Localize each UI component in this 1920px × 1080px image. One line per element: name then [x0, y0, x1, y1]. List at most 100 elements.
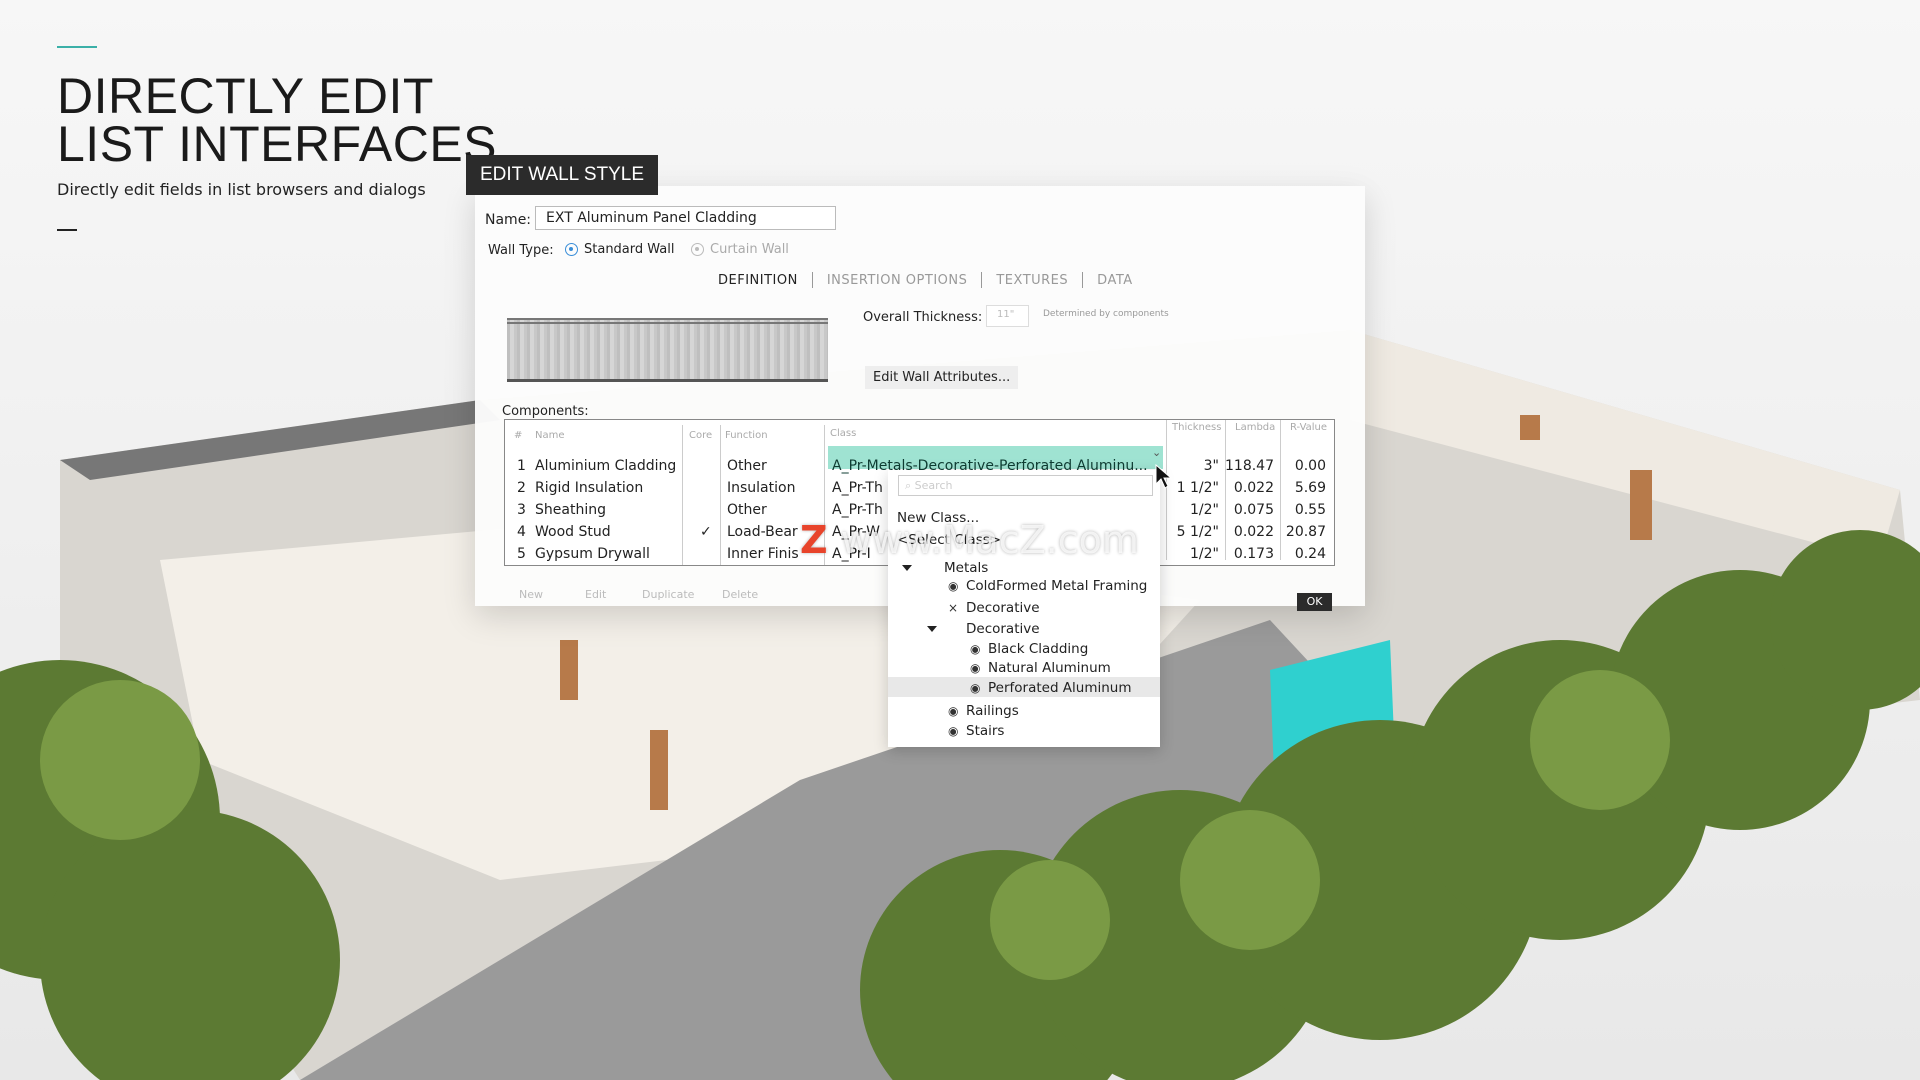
cell-function[interactable]: Inner Finis: [727, 546, 799, 562]
cell-name[interactable]: Rigid Insulation: [535, 480, 643, 496]
edit-button[interactable]: Edit: [585, 588, 606, 601]
cell-function[interactable]: Load-Bear: [727, 524, 798, 540]
tree-item-label: Railings: [966, 703, 1019, 719]
col-header-function[interactable]: Function: [725, 430, 768, 441]
cell-rvalue[interactable]: 5.69: [1295, 480, 1326, 496]
cell-thickness[interactable]: 5 1/2": [1177, 524, 1219, 540]
mouse-pointer-icon: [1155, 464, 1173, 489]
cell-function[interactable]: Insulation: [727, 480, 795, 496]
hero-title: DIRECTLY EDIT LIST INTERFACES: [57, 71, 498, 172]
column-divider: [1225, 420, 1226, 560]
cell-name[interactable]: Wood Stud: [535, 524, 611, 540]
column-divider: [1166, 420, 1167, 560]
hero-subtitle: Directly edit fields in list browsers an…: [57, 180, 426, 199]
eye-icon[interactable]: ◉: [948, 724, 958, 738]
cell-rvalue[interactable]: 0.55: [1295, 502, 1326, 518]
overall-thickness-input[interactable]: 11": [986, 305, 1029, 327]
ok-button[interactable]: OK: [1297, 593, 1332, 611]
radio-curtain-wall[interactable]: Curtain Wall: [691, 242, 789, 257]
col-header-lambda[interactable]: Lambda: [1235, 422, 1275, 433]
tab-data[interactable]: DATA: [1097, 273, 1133, 288]
tab-separator: [1082, 272, 1084, 288]
radio-selected-icon: [565, 243, 578, 256]
tree-group-label: Decorative: [966, 621, 1040, 637]
cell-lambda[interactable]: 0.022: [1234, 480, 1274, 496]
col-header-thickness[interactable]: Thickness: [1172, 422, 1221, 433]
tree-item-label: Decorative: [966, 600, 1040, 616]
radio-standard-wall[interactable]: Standard Wall: [565, 242, 675, 257]
cell-rvalue[interactable]: 0.00: [1295, 458, 1326, 474]
cell-n[interactable]: 4: [517, 524, 526, 540]
tab-separator: [981, 272, 983, 288]
cell-n[interactable]: 2: [517, 480, 526, 496]
edit-wall-attributes-button[interactable]: Edit Wall Attributes...: [865, 366, 1019, 389]
watermark-text: www.MacZ.com: [840, 518, 1139, 562]
col-header-r-value[interactable]: R-Value: [1290, 422, 1327, 433]
cell-lambda[interactable]: 0.173: [1234, 546, 1274, 562]
cell-rvalue[interactable]: 0.24: [1295, 546, 1326, 562]
tree-group-label: Metals: [944, 560, 989, 576]
class-search-input[interactable]: ⌕ Search: [898, 475, 1153, 496]
search-icon: ⌕: [905, 479, 915, 492]
cell-name[interactable]: Sheathing: [535, 502, 606, 518]
chevron-down-icon[interactable]: ⌄: [1152, 446, 1161, 459]
wall-type-label: Wall Type:: [488, 243, 554, 258]
delete-button[interactable]: Delete: [722, 588, 758, 601]
col-header-class[interactable]: Class: [830, 428, 856, 439]
duplicate-button[interactable]: Duplicate: [642, 588, 694, 601]
expand-triangle-icon[interactable]: [902, 565, 912, 571]
cell-n[interactable]: 5: [517, 546, 526, 562]
cell-rvalue[interactable]: 20.87: [1286, 524, 1326, 540]
dialog-title: EDIT WALL STYLE: [466, 155, 658, 195]
new-button[interactable]: New: [519, 588, 543, 601]
radio-label: Standard Wall: [584, 242, 675, 257]
dialog-tabs: DEFINITION INSERTION OPTIONS TEXTURES DA…: [718, 272, 1133, 288]
cell-thickness[interactable]: 1/2": [1190, 502, 1219, 518]
search-placeholder: Search: [914, 479, 953, 492]
col-header-name[interactable]: Name: [535, 430, 565, 441]
eye-icon[interactable]: ◉: [970, 661, 980, 675]
accent-line: [57, 46, 97, 48]
tree-item-label: ColdFormed Metal Framing: [966, 578, 1148, 594]
expand-triangle-icon[interactable]: [927, 626, 937, 632]
watermark-logo-icon: Z: [800, 518, 841, 562]
tab-insertion-options[interactable]: INSERTION OPTIONS: [827, 273, 968, 288]
close-icon[interactable]: ×: [948, 601, 958, 615]
cell-lambda[interactable]: 118.47: [1225, 458, 1274, 474]
overall-thickness-label: Overall Thickness:: [863, 310, 983, 325]
tab-textures[interactable]: TEXTURES: [996, 273, 1068, 288]
tree-item-label: Black Cladding: [988, 641, 1089, 657]
hero-title-line-2: LIST INTERFACES: [57, 116, 498, 172]
cell-name[interactable]: Aluminium Cladding: [535, 458, 676, 474]
eye-icon[interactable]: ◉: [948, 704, 958, 718]
watermark: Z www.MacZ.com: [800, 518, 1139, 562]
cell-lambda[interactable]: 0.022: [1234, 524, 1274, 540]
radio-icon: [691, 243, 704, 256]
cell-class[interactable]: A_Pr-Th: [832, 480, 883, 496]
name-input[interactable]: EXT Aluminum Panel Cladding: [535, 206, 836, 230]
determined-note: Determined by components: [1043, 309, 1169, 319]
tree-item-label: Perforated Aluminum: [988, 680, 1132, 696]
cell-thickness[interactable]: 3": [1204, 458, 1219, 474]
tree-item-label: Natural Aluminum: [988, 660, 1111, 676]
cell-thickness[interactable]: 1/2": [1190, 546, 1219, 562]
cell-n[interactable]: 1: [517, 458, 526, 474]
col-header-core[interactable]: Core: [689, 430, 712, 441]
cell-core[interactable]: ✓: [700, 524, 712, 540]
eye-icon[interactable]: ◉: [970, 681, 980, 695]
radio-label: Curtain Wall: [710, 242, 789, 257]
cell-n[interactable]: 3: [517, 502, 526, 518]
name-label: Name:: [485, 212, 532, 228]
column-divider: [1280, 420, 1281, 560]
tab-definition[interactable]: DEFINITION: [718, 273, 798, 288]
cell-function[interactable]: Other: [727, 458, 767, 474]
cell-lambda[interactable]: 0.075: [1234, 502, 1274, 518]
cell-function[interactable]: Other: [727, 502, 767, 518]
eye-icon[interactable]: ◉: [970, 642, 980, 656]
tree-item-label: Stairs: [966, 723, 1005, 739]
cell-thickness[interactable]: 1 1/2": [1177, 480, 1219, 496]
cell-class[interactable]: A_Pr-Th: [832, 502, 883, 518]
cell-name[interactable]: Gypsum Drywall: [535, 546, 650, 562]
col-header-number[interactable]: #: [514, 430, 522, 441]
eye-icon[interactable]: ◉: [948, 579, 958, 593]
